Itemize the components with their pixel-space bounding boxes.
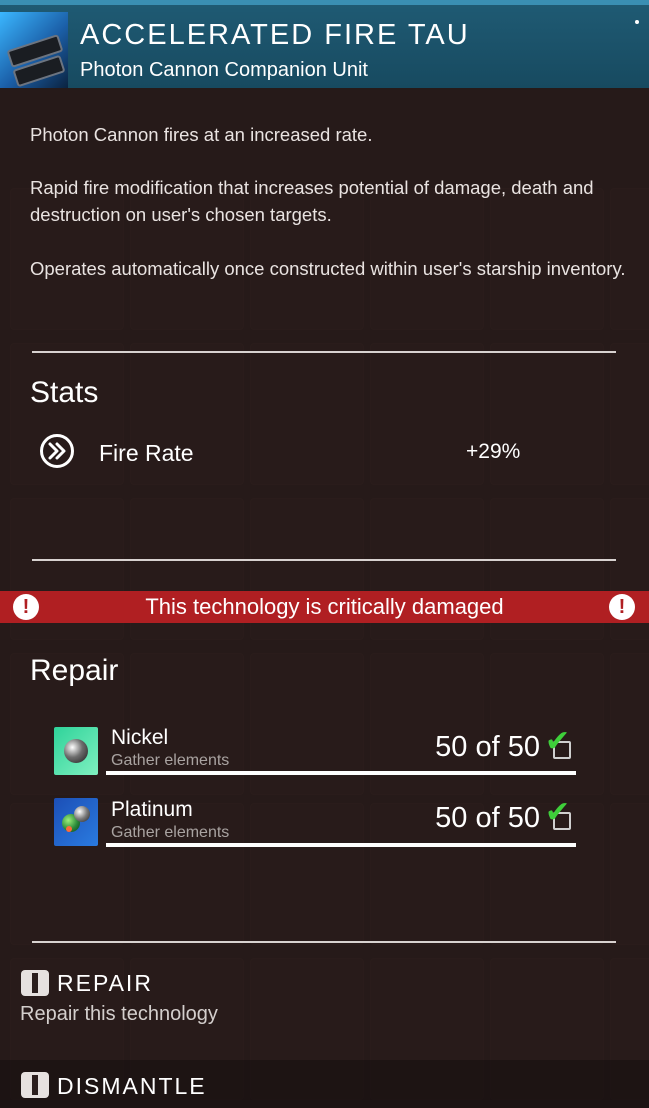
dismantle-action[interactable]: DISMANTLE <box>0 1060 649 1108</box>
exclamation-icon: ! <box>13 594 39 620</box>
nickel-icon <box>54 727 98 775</box>
exclamation-icon: ! <box>609 594 635 620</box>
alert-text: This technology is critically damaged <box>145 594 504 619</box>
platinum-icon <box>54 798 98 846</box>
fire-rate-icon <box>40 434 74 468</box>
photon-cannon-icon <box>0 12 68 88</box>
tech-header: ACCELERATED FIRE TAU Photon Cannon Compa… <box>0 0 649 88</box>
description-line-1: Photon Cannon fires at an increased rate… <box>30 124 373 145</box>
tech-title: ACCELERATED FIRE TAU <box>80 19 470 51</box>
resource-count: 50 of 50 <box>435 731 540 763</box>
repair-label: REPAIR <box>57 970 153 996</box>
divider <box>32 941 616 943</box>
description-line-3: Operates automatically once constructed … <box>30 258 626 279</box>
resource-subtitle: Gather elements <box>111 824 230 841</box>
dismantle-label: DISMANTLE <box>57 1073 207 1099</box>
dismantle-icon <box>21 1072 49 1098</box>
critical-damage-banner: ! This technology is critically damaged … <box>0 591 649 623</box>
repair-description: Repair this technology <box>20 1003 218 1025</box>
resource-subtitle: Gather elements <box>111 752 230 769</box>
stats-title: Stats <box>30 376 99 409</box>
stat-value: +29% <box>466 440 521 463</box>
stat-label: Fire Rate <box>99 440 194 466</box>
resource-name-platinum: Platinum <box>111 798 193 821</box>
tech-subtitle: Photon Cannon Companion Unit <box>80 59 368 81</box>
divider <box>32 559 616 561</box>
resource-count: 50 of 50 <box>435 802 540 834</box>
divider <box>32 351 616 353</box>
progress-bar-full <box>106 843 576 847</box>
resource-name-nickel: Nickel <box>111 726 169 749</box>
progress-bar-full <box>106 771 576 775</box>
repair-title: Repair <box>30 654 119 687</box>
repair-icon <box>21 970 49 996</box>
description-line-2: Rapid fire modification that increases p… <box>30 177 594 225</box>
checkmark-icon: ✔ <box>545 725 571 758</box>
header-dot <box>635 20 639 24</box>
checkmark-icon: ✔ <box>545 796 571 829</box>
